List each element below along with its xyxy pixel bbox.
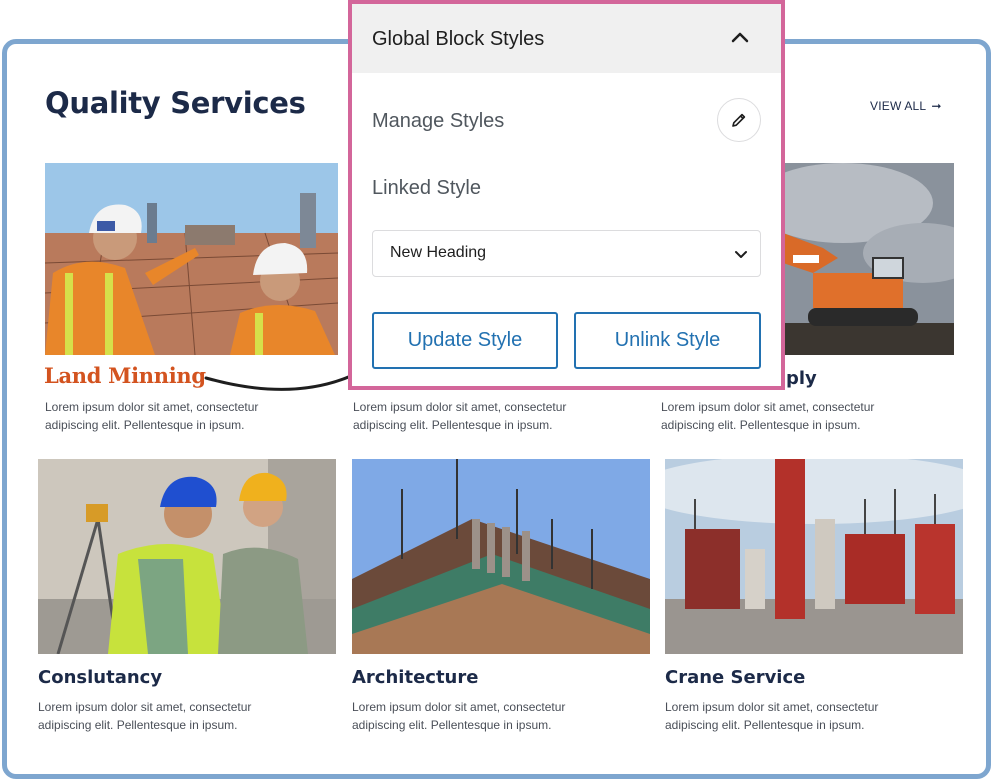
linked-style-value: New Heading: [390, 244, 487, 261]
edit-styles-button[interactable]: [717, 98, 761, 142]
card-title-crane-service: Crane Service: [665, 667, 806, 688]
unlink-style-button[interactable]: Unlink Style: [574, 312, 761, 369]
card-title-conslutancy: Conslutancy: [38, 667, 163, 688]
panel-title: Global Block Styles: [372, 28, 545, 50]
card-title-supply: ply: [786, 368, 817, 389]
card-text-hidden: Lorem ipsum dolor sit amet, consectetur …: [353, 400, 567, 432]
update-style-button[interactable]: Update Style: [372, 312, 558, 369]
linked-style-select[interactable]: New Heading: [372, 230, 761, 277]
view-all-label: VIEW ALL: [870, 99, 926, 113]
global-block-styles-panel: Global Block Styles Manage Styles Linked…: [348, 0, 785, 390]
card-text-land-minning: Lorem ipsum dolor sit amet, consectetur …: [45, 400, 259, 432]
chevron-up-icon[interactable]: [728, 26, 752, 50]
pencil-icon: [732, 113, 746, 127]
card-image-crane-service: [665, 459, 963, 654]
view-all-link[interactable]: VIEW ALL ➞: [870, 99, 942, 113]
chevron-down-icon: [735, 251, 747, 258]
card-image-architecture: [352, 459, 650, 654]
card-image-conslutancy: [38, 459, 336, 654]
card-title-land-minning: Land Minning: [44, 363, 206, 388]
card-image-land-minning: [45, 163, 338, 355]
panel-header[interactable]: Global Block Styles: [352, 4, 781, 73]
manage-styles-label: Manage Styles: [372, 110, 505, 132]
card-image-excavator: [783, 163, 954, 355]
card-text-crane-service: Lorem ipsum dolor sit amet, consectetur …: [665, 700, 879, 732]
linked-style-label: Linked Style: [372, 177, 481, 199]
card-text-conslutancy: Lorem ipsum dolor sit amet, consectetur …: [38, 700, 252, 732]
arrow-right-icon: ➞: [931, 99, 942, 113]
card-title-architecture: Architecture: [352, 667, 479, 688]
section-title: Quality Services: [45, 86, 306, 120]
card-text-supply: Lorem ipsum dolor sit amet, consectetur …: [661, 400, 875, 432]
card-text-architecture: Lorem ipsum dolor sit amet, consectetur …: [352, 700, 566, 732]
